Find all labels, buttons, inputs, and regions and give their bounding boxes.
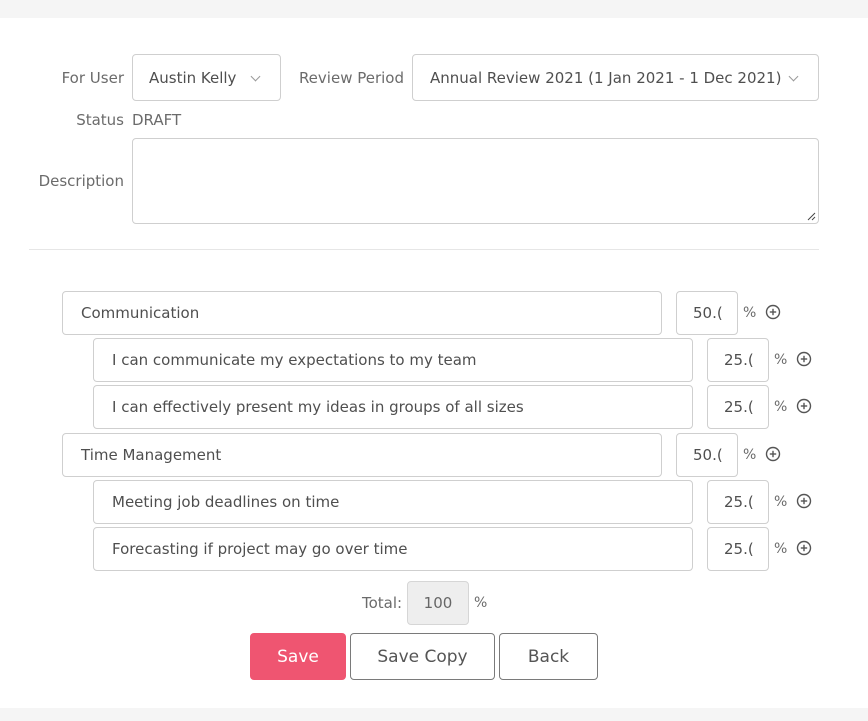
percent-sign: % [774, 494, 788, 510]
review-period-value: Annual Review 2021 (1 Jan 2021 - 1 Dec 2… [430, 68, 782, 87]
category-name-input[interactable]: Communication [62, 291, 662, 335]
percent-sign: % [774, 541, 788, 557]
percent-sign: % [774, 399, 788, 415]
total-value: 100 [407, 581, 469, 625]
for-user-label: For User [61, 69, 124, 87]
weight-input[interactable]: 25.( [707, 480, 769, 524]
question-name-input[interactable]: Forecasting if project may go over time [93, 527, 693, 571]
question-name-input[interactable]: I can communicate my expectations to my … [93, 338, 693, 382]
resize-grip-icon[interactable] [806, 211, 816, 221]
total-label: Total: [362, 594, 403, 612]
status-value: DRAFT [132, 111, 182, 129]
description-label: Description [38, 172, 124, 190]
percent-sign: % [774, 352, 788, 368]
save-button[interactable]: Save [250, 633, 346, 680]
percent-sign: % [743, 305, 757, 321]
weight-input[interactable]: 50.( [676, 291, 738, 335]
for-user-select[interactable]: Austin Kelly [132, 54, 281, 101]
plus-circle-icon[interactable] [765, 446, 781, 462]
chevron-down-icon [250, 71, 261, 82]
review-form-card: For User Austin Kelly Review Period Annu… [0, 18, 868, 708]
plus-circle-icon[interactable] [796, 398, 812, 414]
weight-input[interactable]: 50.( [676, 433, 738, 477]
weight-input[interactable]: 25.( [707, 338, 769, 382]
plus-circle-icon[interactable] [796, 493, 812, 509]
review-period-label: Review Period [298, 69, 404, 87]
plus-circle-icon[interactable] [765, 304, 781, 320]
status-label: Status [76, 111, 124, 129]
save-copy-button[interactable]: Save Copy [350, 633, 495, 680]
question-name-input[interactable]: Meeting job deadlines on time [93, 480, 693, 524]
question-name-input[interactable]: I can effectively present my ideas in gr… [93, 385, 693, 429]
description-textarea[interactable] [132, 138, 819, 224]
weight-input[interactable]: 25.( [707, 385, 769, 429]
review-period-select[interactable]: Annual Review 2021 (1 Jan 2021 - 1 Dec 2… [412, 54, 819, 101]
plus-circle-icon[interactable] [796, 540, 812, 556]
percent-sign: % [743, 447, 757, 463]
for-user-value: Austin Kelly [149, 68, 237, 87]
plus-circle-icon[interactable] [796, 351, 812, 367]
weight-input[interactable]: 25.( [707, 527, 769, 571]
percent-sign: % [474, 595, 488, 611]
category-name-input[interactable]: Time Management [62, 433, 662, 477]
back-button[interactable]: Back [499, 633, 598, 680]
chevron-down-icon [788, 71, 799, 82]
section-divider [29, 249, 819, 250]
